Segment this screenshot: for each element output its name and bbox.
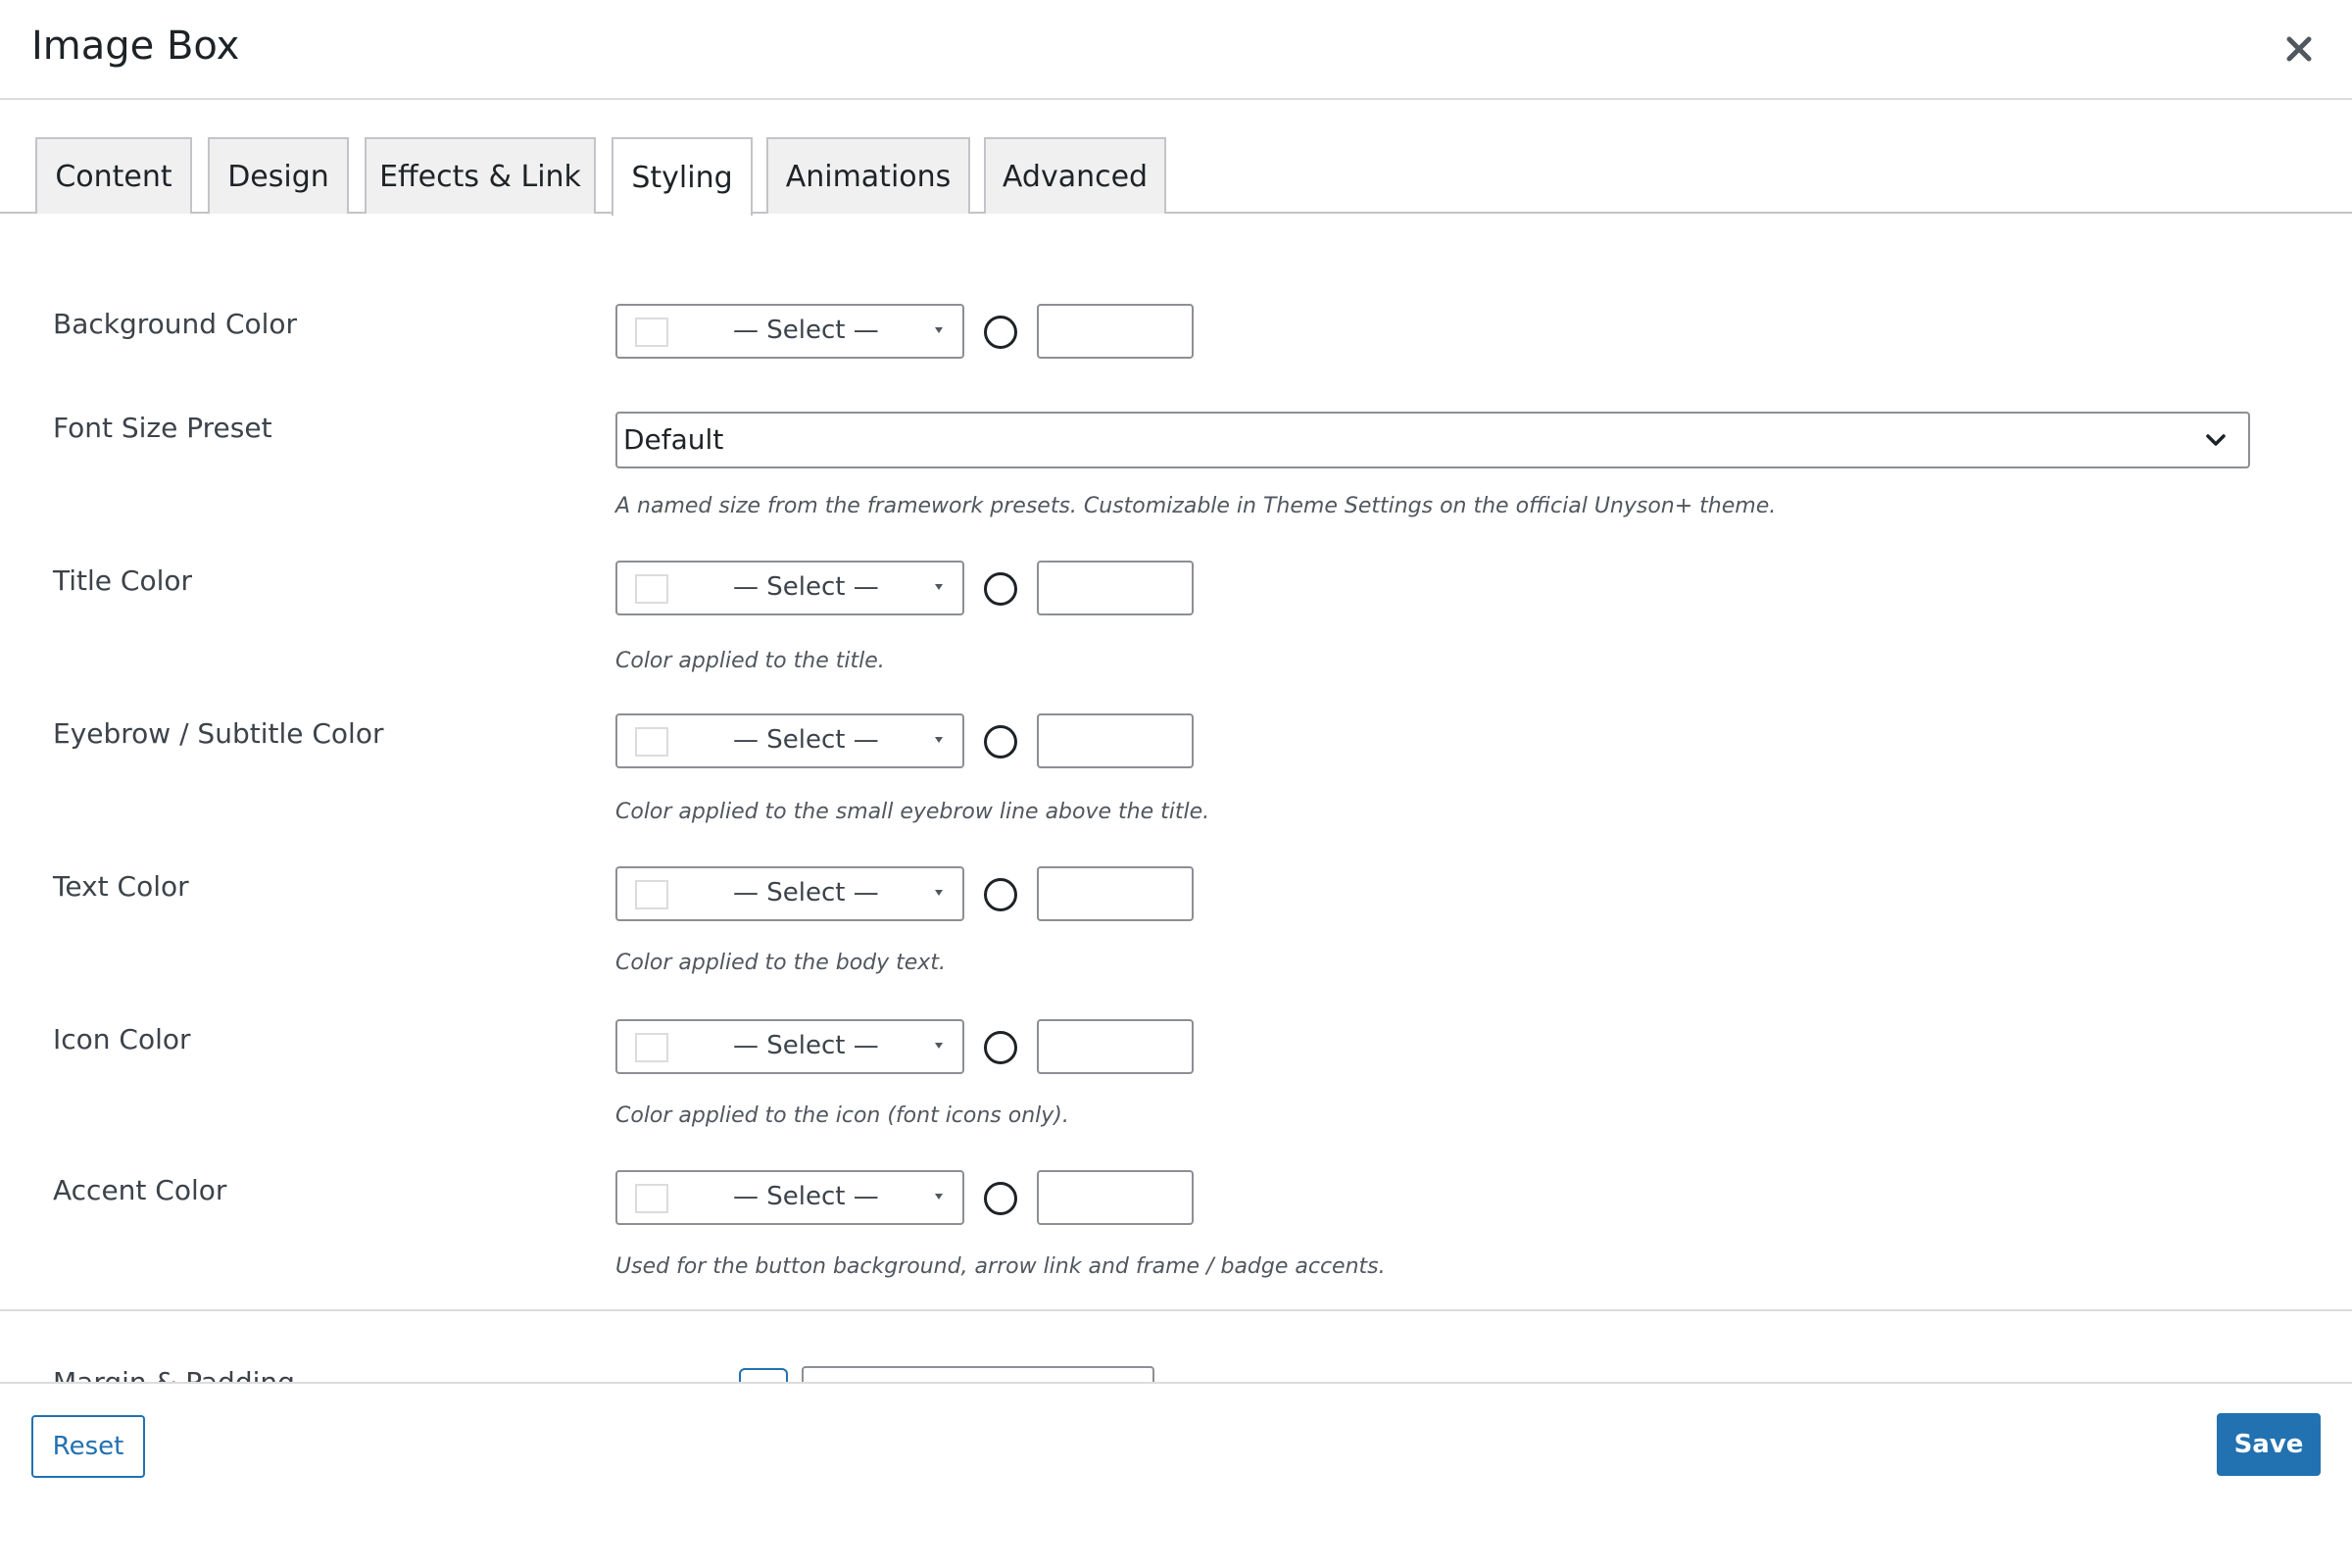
field-help: A named size from the framework presets.… xyxy=(615,494,1777,518)
select-placeholder: — Select — xyxy=(733,572,879,602)
tab-content[interactable]: Content xyxy=(35,137,192,214)
color-swatch xyxy=(635,727,668,757)
field-label: Text Color xyxy=(53,870,189,903)
background-color-select[interactable]: — Select — xyxy=(615,304,964,359)
transparent-radio[interactable] xyxy=(984,878,1017,911)
reset-button[interactable]: Reset xyxy=(31,1415,145,1478)
tab-advanced[interactable]: Advanced xyxy=(984,137,1166,214)
caret-down-icon xyxy=(935,737,943,743)
select-placeholder: — Select — xyxy=(733,878,879,907)
section-divider xyxy=(0,1309,2352,1311)
title-color-select[interactable]: — Select — xyxy=(615,561,964,615)
select-placeholder: — Select — xyxy=(733,316,879,345)
field-label: Accent Color xyxy=(53,1174,227,1206)
text-color-select[interactable]: — Select — xyxy=(615,866,964,921)
tab-animations[interactable]: Animations xyxy=(766,137,970,214)
field-label: Eyebrow / Subtitle Color xyxy=(53,717,384,750)
color-swatch xyxy=(635,1184,668,1213)
icon-color-select[interactable]: — Select — xyxy=(615,1019,964,1074)
field-label: Font Size Preset xyxy=(53,412,272,444)
color-swatch xyxy=(635,318,668,347)
styling-panel: Background Color — Select — Font Size Pr… xyxy=(0,214,2352,1382)
caret-down-icon xyxy=(935,1043,943,1049)
eyebrow-color-select[interactable]: — Select — xyxy=(615,713,964,768)
select-placeholder: — Select — xyxy=(733,725,879,755)
transparent-radio[interactable] xyxy=(984,1182,1017,1215)
caret-down-icon xyxy=(935,1194,943,1200)
field-label: Icon Color xyxy=(53,1023,191,1055)
tab-styling[interactable]: Styling xyxy=(612,137,753,216)
color-swatch xyxy=(635,880,668,909)
font-size-preset-value: Default xyxy=(623,423,724,456)
select-placeholder: — Select — xyxy=(733,1182,879,1211)
accent-color-input[interactable] xyxy=(1037,1170,1194,1225)
field-label-margin-padding: Margin & Padding xyxy=(53,1366,295,1382)
font-size-preset-select[interactable]: Default xyxy=(615,412,2250,468)
select-placeholder: — Select — xyxy=(733,1031,879,1060)
transparent-radio[interactable] xyxy=(984,316,1017,349)
modal-title: Image Box xyxy=(31,24,240,69)
close-button[interactable] xyxy=(2278,27,2321,71)
icon-color-input[interactable] xyxy=(1037,1019,1194,1074)
caret-down-icon xyxy=(935,584,943,590)
text-color-input[interactable] xyxy=(1037,866,1194,921)
color-swatch xyxy=(635,574,668,604)
chevron-down-icon xyxy=(2206,434,2226,446)
transparent-radio[interactable] xyxy=(984,725,1017,759)
field-help: Color applied to the body text. xyxy=(615,951,946,975)
modal-header: Image Box xyxy=(0,0,2352,100)
save-button[interactable]: Save xyxy=(2217,1413,2321,1476)
field-label: Background Color xyxy=(53,308,298,340)
link-values-checkbox[interactable] xyxy=(739,1368,788,1382)
accent-color-select[interactable]: — Select — xyxy=(615,1170,964,1225)
eyebrow-color-input[interactable] xyxy=(1037,713,1194,768)
field-help: Color applied to the icon (font icons on… xyxy=(615,1103,1069,1128)
caret-down-icon xyxy=(935,327,943,333)
field-help: Used for the button background, arrow li… xyxy=(615,1254,1386,1279)
close-icon xyxy=(2286,36,2312,62)
field-help: Color applied to the small eyebrow line … xyxy=(615,800,1210,824)
modal-footer: Reset Save xyxy=(0,1382,2352,1568)
background-color-input[interactable] xyxy=(1037,304,1194,359)
transparent-radio[interactable] xyxy=(984,1031,1017,1064)
tab-bar: Content Design Effects & Link Styling An… xyxy=(0,137,2352,216)
margin-padding-input[interactable] xyxy=(802,1366,1154,1382)
color-swatch xyxy=(635,1033,668,1062)
field-help: Color applied to the title. xyxy=(615,649,885,673)
tab-effects-link[interactable]: Effects & Link xyxy=(365,137,596,214)
field-label: Title Color xyxy=(53,564,193,597)
caret-down-icon xyxy=(935,890,943,896)
transparent-radio[interactable] xyxy=(984,572,1017,606)
title-color-input[interactable] xyxy=(1037,561,1194,615)
tab-design[interactable]: Design xyxy=(208,137,349,214)
